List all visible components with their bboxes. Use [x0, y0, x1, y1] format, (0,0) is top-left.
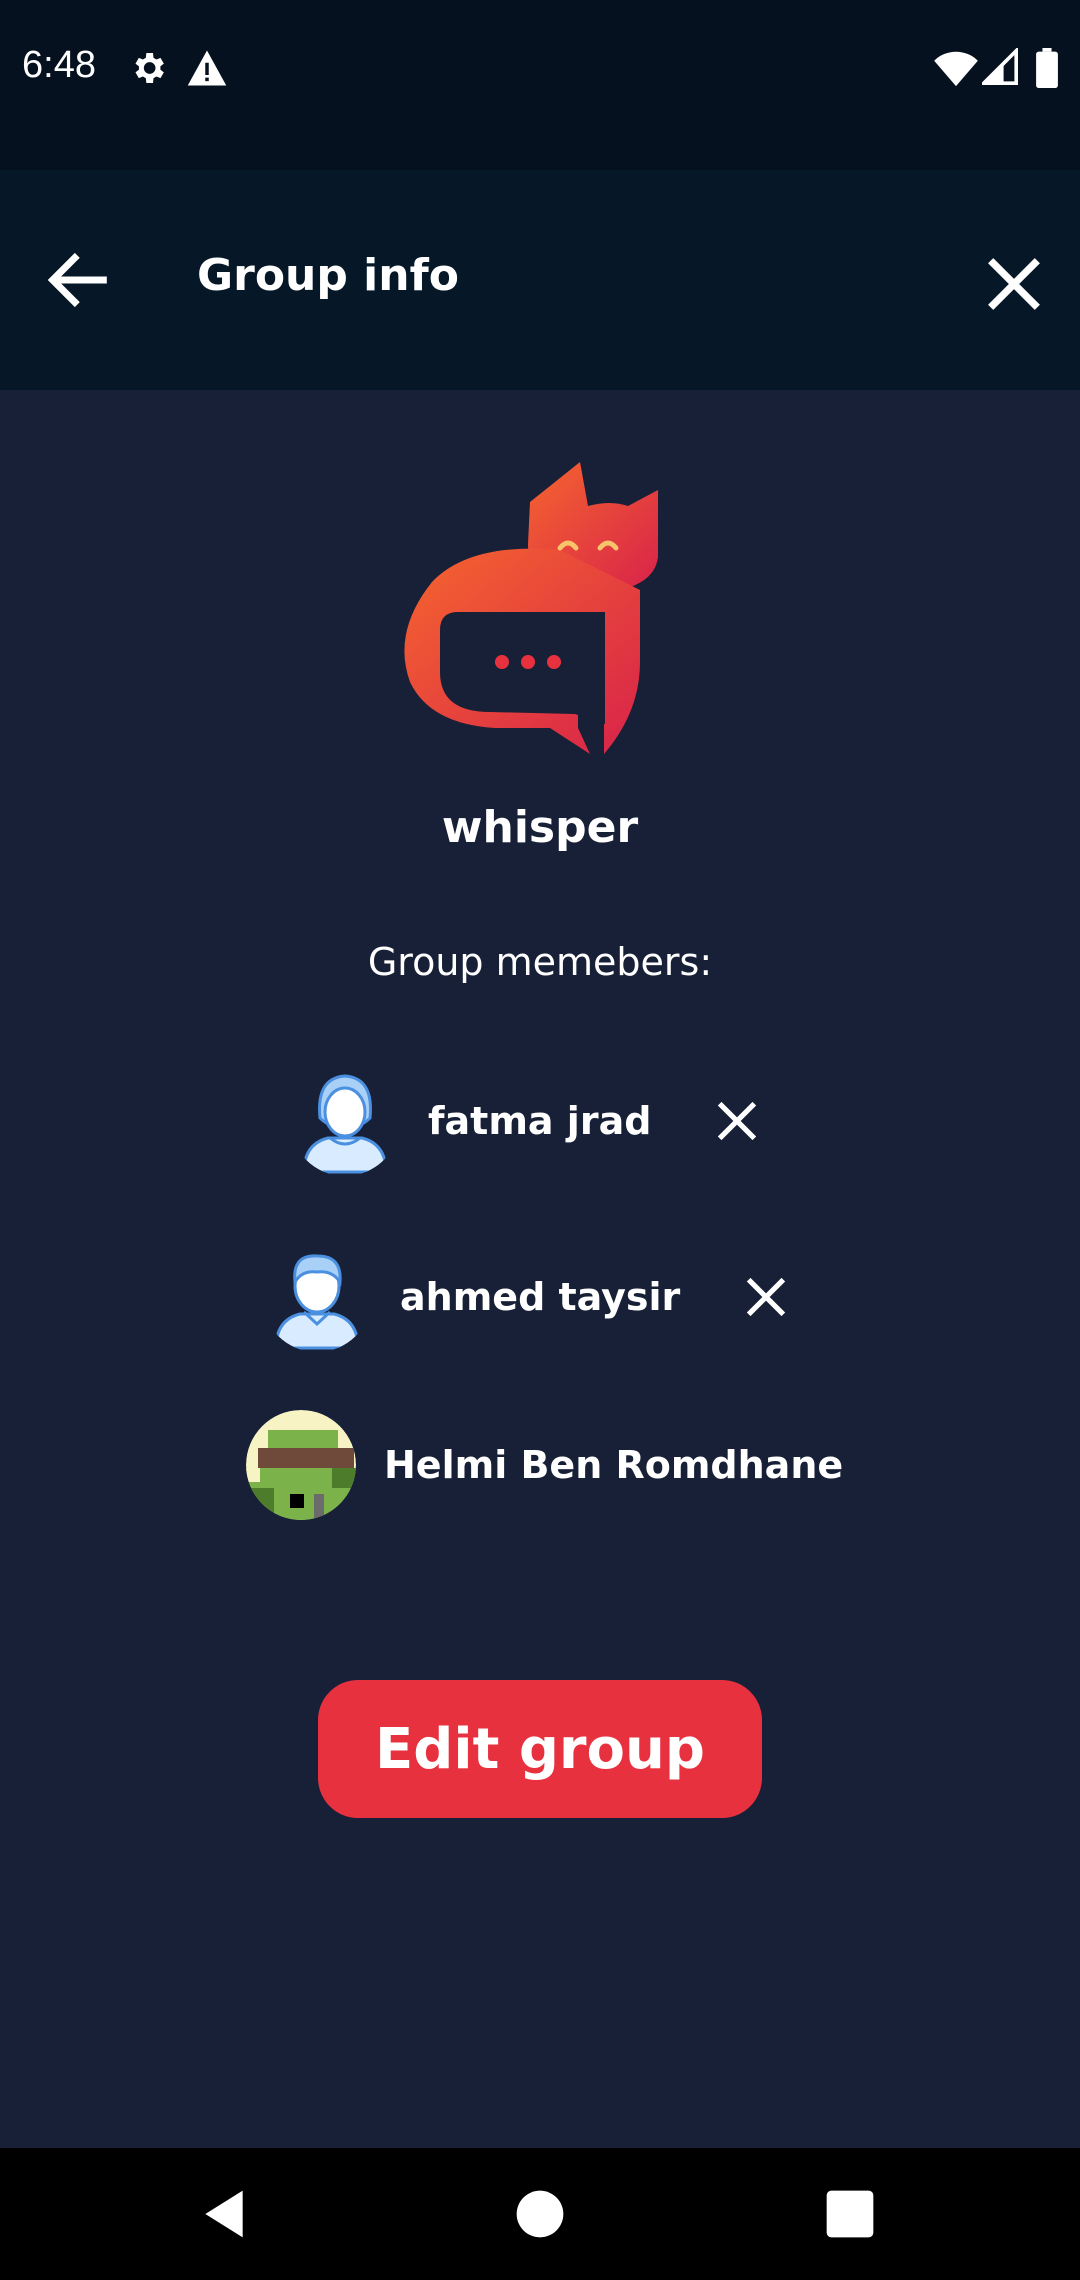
wifi-icon [934, 51, 978, 87]
member-name: fatma jrad [428, 1099, 652, 1143]
status-time: 6:48 [22, 44, 96, 86]
group-info-content: whisper Group memebers: fatma jrad ahmed… [0, 390, 1080, 2148]
male-user-icon [274, 1254, 360, 1350]
female-user-icon [302, 1074, 388, 1174]
member-row: Helmi Ben Romdhane [246, 1410, 843, 1520]
member-name: ahmed taysir [400, 1275, 681, 1319]
members-label: Group memebers: [367, 940, 713, 984]
member-name: Helmi Ben Romdhane [384, 1443, 844, 1487]
home-circle-icon[interactable] [512, 2186, 568, 2242]
app-bar: Group info [0, 170, 1080, 390]
pixel-art-avatar [246, 1410, 356, 1520]
member-row: fatma jrad [290, 1066, 763, 1176]
system-nav-bar [0, 2148, 1080, 2280]
remove-member-icon[interactable] [711, 1095, 763, 1147]
close-icon[interactable] [974, 244, 1054, 324]
signal-icon [982, 48, 1018, 85]
status-bar: 6:48 [0, 0, 1080, 170]
warning-icon [187, 50, 227, 86]
group-name: whisper [441, 802, 639, 853]
gear-icon [135, 53, 164, 83]
page-title: Group info [197, 250, 459, 301]
whisper-logo [404, 462, 658, 754]
back-triangle-icon[interactable] [196, 2186, 252, 2242]
member-row: ahmed taysir [262, 1242, 792, 1352]
battery-icon [1036, 48, 1058, 88]
edit-group-button[interactable]: Edit group [318, 1680, 762, 1818]
remove-member-icon[interactable] [740, 1271, 792, 1323]
recents-square-icon[interactable] [822, 2186, 878, 2242]
back-arrow-icon[interactable] [40, 242, 116, 318]
